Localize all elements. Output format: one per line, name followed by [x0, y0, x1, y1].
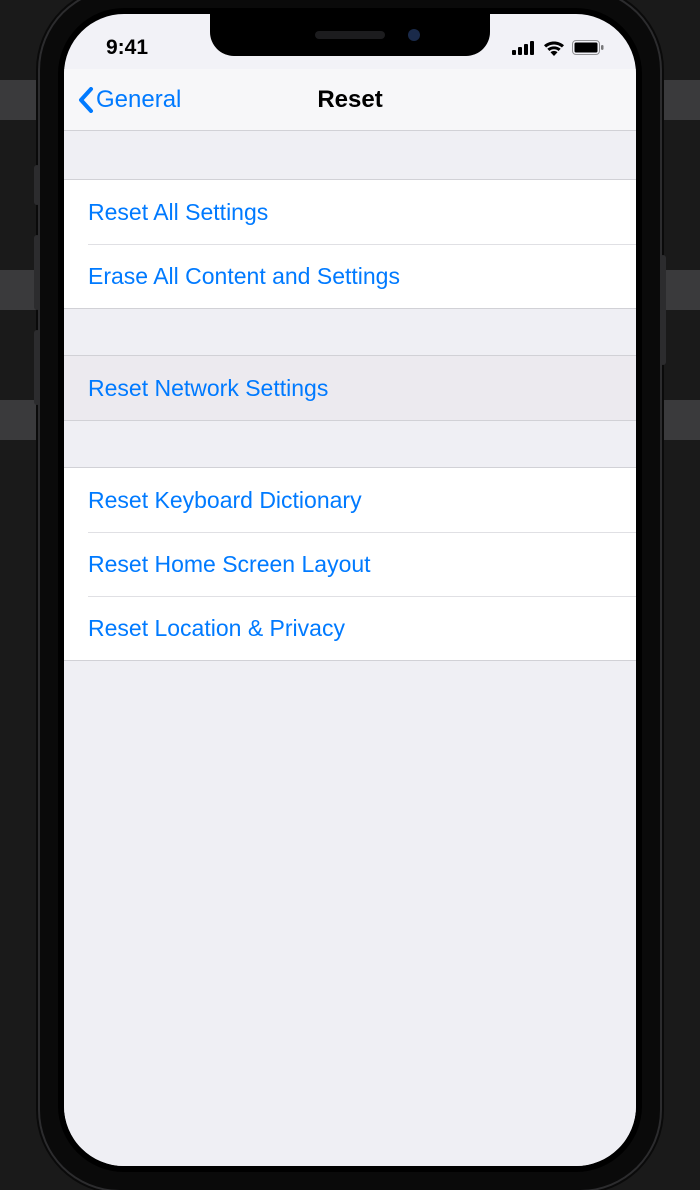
reset-home-screen-layout-row[interactable]: Reset Home Screen Layout — [64, 532, 636, 596]
row-label: Reset Network Settings — [88, 375, 328, 402]
mute-switch — [34, 165, 40, 205]
phone-bezel: 9:41 — [58, 8, 642, 1172]
notch — [210, 14, 490, 56]
row-label: Erase All Content and Settings — [88, 263, 400, 290]
phone-frame: 9:41 — [40, 0, 660, 1190]
reset-network-settings-row[interactable]: Reset Network Settings — [64, 356, 636, 420]
status-icons — [512, 40, 604, 56]
back-label: General — [96, 86, 181, 114]
nav-bar: General Reset — [64, 69, 636, 131]
row-label: Reset All Settings — [88, 199, 268, 226]
reset-keyboard-dictionary-row[interactable]: Reset Keyboard Dictionary — [64, 468, 636, 532]
page-title: Reset — [317, 86, 382, 114]
row-label: Reset Keyboard Dictionary — [88, 487, 362, 514]
reset-location-privacy-row[interactable]: Reset Location & Privacy — [64, 596, 636, 660]
volume-down-button — [34, 330, 40, 405]
row-label: Reset Home Screen Layout — [88, 551, 371, 578]
battery-icon — [572, 40, 604, 55]
power-button — [660, 255, 666, 365]
chevron-left-icon — [78, 87, 94, 113]
speaker-grille — [315, 31, 385, 39]
front-camera — [408, 29, 420, 41]
content-area: Reset All Settings Erase All Content and… — [64, 131, 636, 1166]
reset-all-settings-row[interactable]: Reset All Settings — [64, 180, 636, 244]
settings-group: Reset All Settings Erase All Content and… — [64, 179, 636, 309]
volume-up-button — [34, 235, 40, 310]
settings-group: Reset Network Settings — [64, 355, 636, 421]
settings-group: Reset Keyboard Dictionary Reset Home Scr… — [64, 467, 636, 661]
back-button[interactable]: General — [78, 86, 181, 114]
wifi-icon — [543, 40, 565, 56]
erase-all-content-row[interactable]: Erase All Content and Settings — [64, 244, 636, 308]
row-label: Reset Location & Privacy — [88, 615, 345, 642]
phone-screen: 9:41 — [64, 14, 636, 1166]
status-time: 9:41 — [106, 36, 148, 60]
cellular-icon — [512, 41, 536, 55]
